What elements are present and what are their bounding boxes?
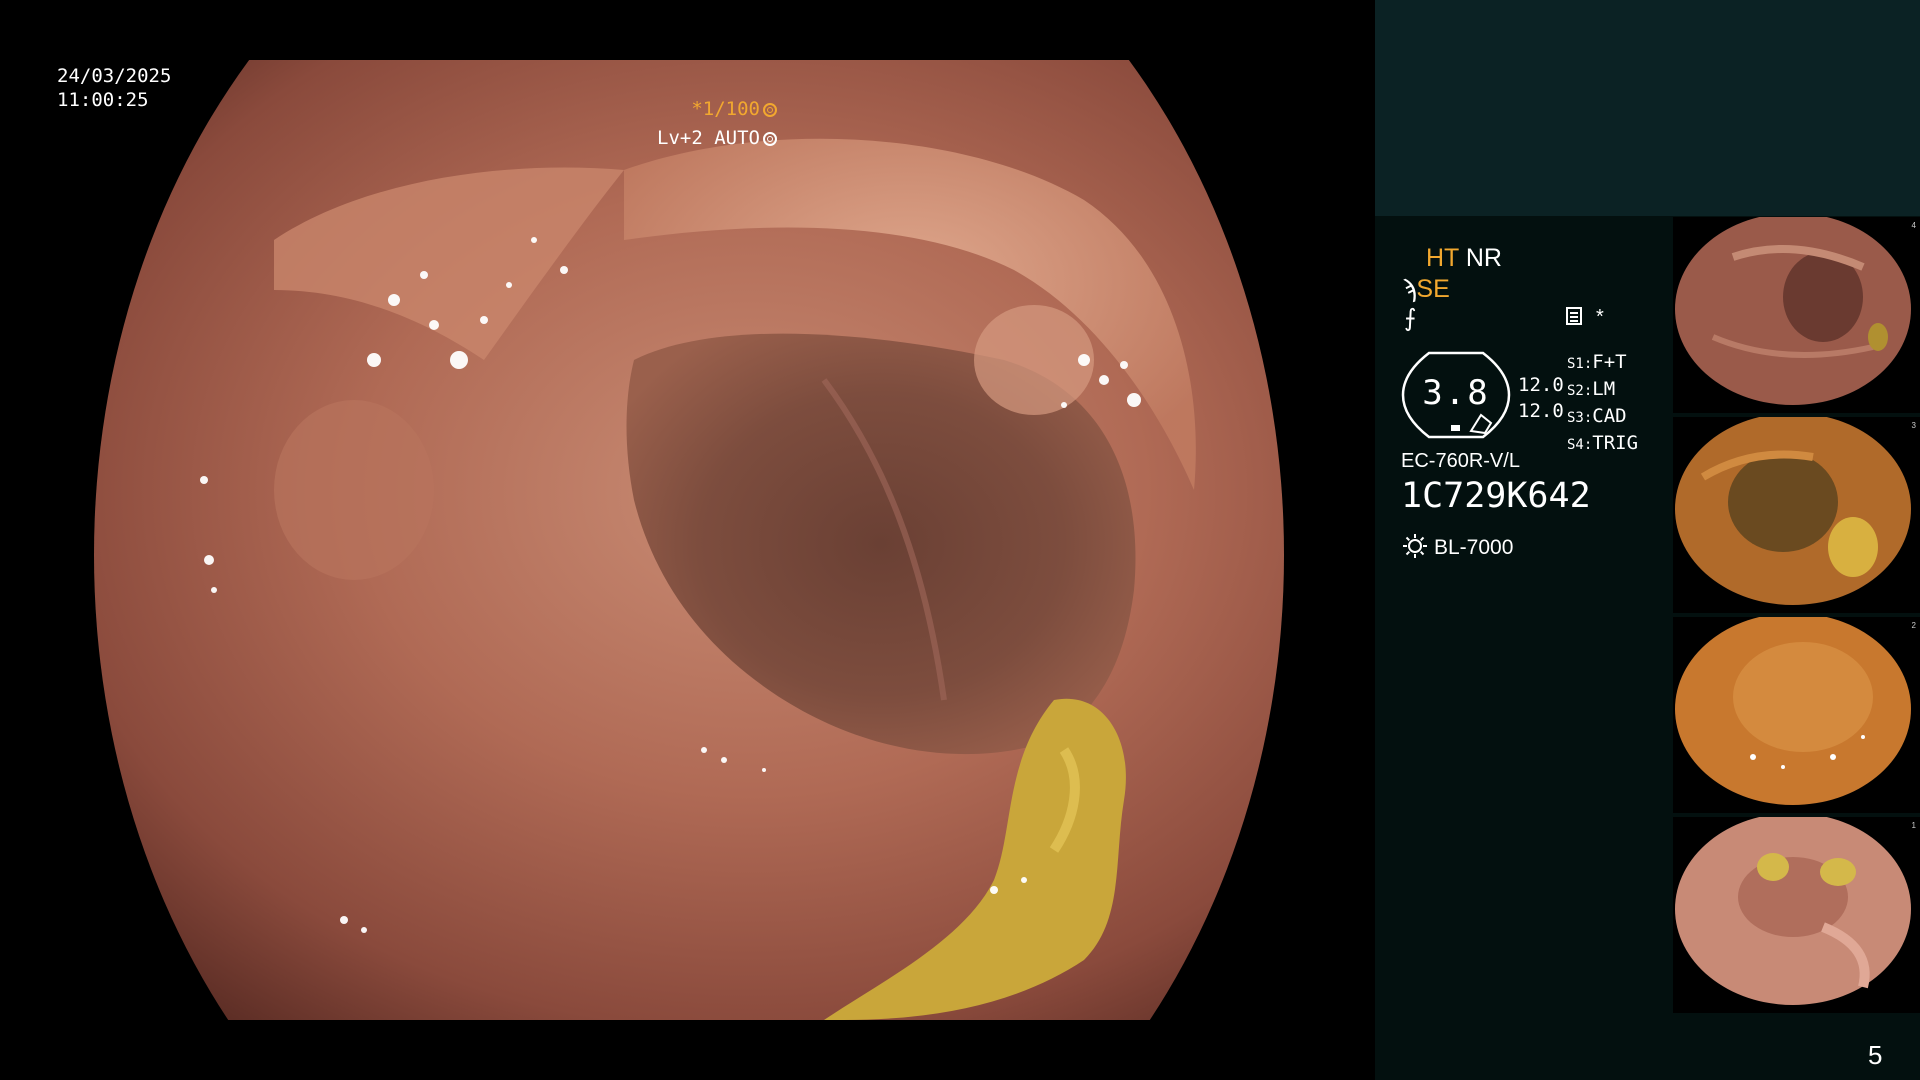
star-indicator: *	[1596, 306, 1604, 328]
capture-thumbnail-3[interactable]: 2	[1673, 617, 1920, 813]
thumbnail-image	[1675, 417, 1911, 605]
scope-switch-assignments: S1:F+T S2:LM S3:CAD S4:TRIG	[1567, 350, 1638, 458]
shutter-indicator: *1/100	[691, 98, 777, 120]
colon-lumen-image	[94, 60, 1284, 1020]
thumbnail-image	[1675, 817, 1911, 1005]
mode-row-ht-nr: HT NR	[1426, 244, 1502, 273]
shutter-ring-icon	[763, 103, 777, 117]
switch-row-s3: S3:CAD	[1567, 405, 1627, 427]
nr-label: NR	[1465, 244, 1502, 272]
shutter-text: *1/100	[691, 98, 760, 120]
thumbnail-index: 3	[1911, 421, 1916, 430]
scope-model-name: EC-760R-V/L	[1401, 450, 1520, 472]
thumbnail-index: 1	[1911, 821, 1916, 830]
thumbnail-image	[1675, 617, 1911, 805]
endoscopy-image	[94, 60, 1284, 1020]
zoom-value: 3.8	[1422, 373, 1490, 413]
capture-thumbnail-4[interactable]: 1	[1673, 817, 1920, 1013]
light-source-icon	[1403, 534, 1427, 558]
auto-ring-icon	[763, 132, 777, 146]
se-label: SE	[1416, 275, 1450, 303]
switch-row-s4: S4:TRIG	[1567, 432, 1639, 454]
light-source-label: BL-7000	[1434, 536, 1514, 559]
capture-thumbnail-2[interactable]: 3	[1673, 417, 1920, 613]
mode-row-se: ϡSE	[1402, 275, 1450, 304]
date-text: 24/03/2025	[57, 65, 172, 87]
scope-serial-number: 1C729K642	[1401, 476, 1591, 516]
level-text: Lv+2 AUTO	[657, 127, 760, 149]
page-number: 5	[1868, 1040, 1883, 1070]
brightness-level-indicator: Lv+2 AUTO	[657, 127, 777, 149]
menu-list-icon	[1566, 307, 1582, 325]
ht-label: HT	[1426, 244, 1459, 272]
panel-header-area	[1375, 0, 1920, 216]
param-value-2: 12.0	[1518, 400, 1564, 422]
se-prefix-icon: ϡ	[1402, 275, 1417, 303]
param-value-1: 12.0	[1518, 374, 1564, 396]
function-icon-row: ⨍	[1404, 304, 1417, 333]
switch-row-s1: S1:F+T	[1567, 351, 1627, 373]
capture-thumbnail-1[interactable]: 4	[1673, 217, 1920, 413]
switch-row-s2: S2:LM	[1567, 378, 1616, 400]
parameter-values: 12.0 12.0	[1518, 372, 1564, 424]
thumbnail-image	[1675, 217, 1911, 405]
thumbnail-index: 2	[1911, 621, 1916, 630]
light-source: BL-7000	[1402, 533, 1513, 560]
status-icons-row: *	[1566, 306, 1604, 329]
timestamp: 24/03/2025 11:00:25	[57, 64, 171, 112]
time-text: 11:00:25	[57, 89, 149, 111]
thumbnail-index: 4	[1911, 221, 1916, 230]
function-icon: ⨍	[1404, 305, 1417, 332]
endoscope-view: 24/03/2025 11:00:25 *1/100 Lv+2 AUTO	[0, 0, 1375, 1080]
